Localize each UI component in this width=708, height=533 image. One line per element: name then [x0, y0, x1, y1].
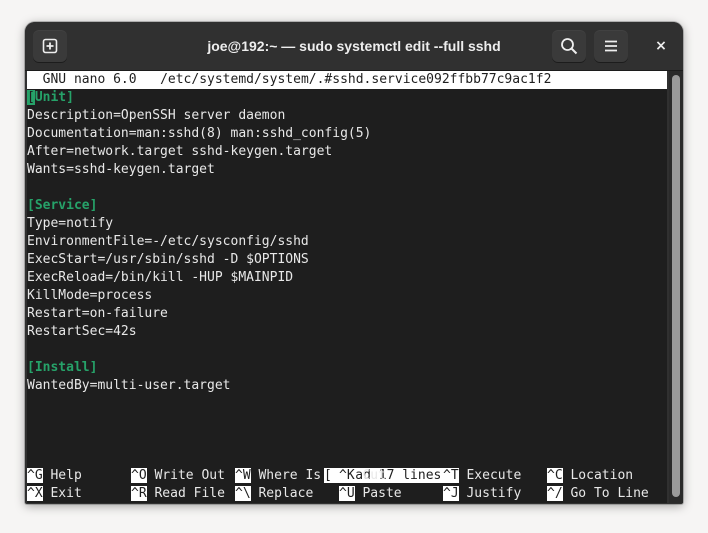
text-cursor: [ — [27, 90, 35, 105]
shortcut-item[interactable]: ^/ Go To Line — [547, 485, 649, 503]
editor-line: KillMode=process — [27, 288, 153, 303]
shortcut-item[interactable]: ^J Justify — [443, 485, 521, 503]
editor-line: Wants=sshd-keygen.target — [27, 162, 215, 177]
editor-line: RestartSec=42s — [27, 324, 137, 339]
search-icon — [561, 38, 578, 55]
shortcut-label: Read File — [154, 486, 225, 501]
scrollbar-thumb[interactable] — [672, 75, 680, 497]
shortcut-key: ^R — [131, 486, 147, 501]
shortcut-item[interactable]: ^O Write Out — [131, 467, 225, 485]
shortcut-label: Location — [570, 468, 634, 483]
shortcut-item[interactable]: ^T Execute — [443, 467, 521, 485]
shortcut-label: Help — [50, 468, 82, 483]
editor-line: Documentation=man:sshd(8) man:sshd_confi… — [27, 126, 372, 141]
shortcut-item[interactable]: ^W Where Is — [235, 467, 321, 485]
section-header-line: [Unit] — [27, 89, 74, 107]
status-message-wrap: [ Read 17 lines ] — [277, 449, 458, 483]
shortcut-label: Exit — [50, 486, 82, 501]
shortcut-item[interactable]: ^K Cut — [339, 467, 386, 485]
shortcut-item[interactable]: ^C Location — [547, 467, 633, 485]
scrollbar[interactable] — [669, 71, 683, 503]
editor-line: ExecStart=/usr/sbin/sshd -D $OPTIONS — [27, 252, 309, 267]
editor-line: ExecReload=/bin/kill -HUP $MAINPID — [27, 270, 294, 285]
shortcut-key: ^O — [131, 468, 147, 483]
shortcut-key: ^C — [547, 468, 563, 483]
shortcut-label: Write Out — [154, 468, 225, 483]
shortcut-key: ^/ — [547, 486, 563, 501]
shortcut-item[interactable]: ^G Help — [27, 467, 82, 485]
editor-line: After=network.target sshd-keygen.target — [27, 144, 333, 159]
nano-version: GNU nano 6.0 — [42, 72, 137, 87]
nano-title-bar: GNU nano 6.0 /etc/systemd/system/.#sshd.… — [27, 71, 667, 89]
editor-line: Type=notify — [27, 216, 114, 231]
shortcut-item[interactable]: ^\ Replace — [235, 485, 313, 503]
shortcut-label: Where Is — [258, 468, 322, 483]
editor-line: WantedBy=multi-user.target — [27, 378, 231, 393]
shortcut-key: ^J — [443, 486, 459, 501]
header-bar: joe@192:~ — sudo systemctl edit --full s… — [25, 22, 683, 71]
shortcut-key: ^U — [339, 486, 355, 501]
shortcut-label: Go To Line — [570, 486, 649, 501]
close-button[interactable]: × — [651, 36, 671, 56]
shortcut-key: ^T — [443, 468, 459, 483]
section-header: [Install] — [27, 360, 98, 375]
nano-file-path: /etc/systemd/system/.#sshd.service092ffb… — [160, 72, 552, 87]
section-header-line: [Service] — [27, 197, 97, 215]
shortcut-key: ^W — [235, 468, 251, 483]
terminal-window: joe@192:~ — sudo systemctl edit --full s… — [25, 22, 683, 504]
shortcut-key: ^G — [27, 468, 43, 483]
shortcut-item[interactable]: ^X Exit — [27, 485, 82, 503]
section-header: [Service] — [27, 198, 98, 213]
shortcut-label: Cut — [362, 468, 386, 483]
editor-line: Description=OpenSSH server daemon — [27, 108, 286, 123]
shortcut-item[interactable]: ^R Read File — [131, 485, 225, 503]
hamburger-menu-icon — [605, 40, 617, 52]
editor-line: EnvironmentFile=-/etc/sysconfig/sshd — [27, 234, 309, 249]
shortcut-label: Paste — [362, 486, 402, 501]
editor-line: Restart=on-failure — [27, 306, 168, 321]
shortcut-key: ^X — [27, 486, 43, 501]
menu-button[interactable] — [594, 30, 628, 62]
shortcut-label: Justify — [466, 486, 522, 501]
section-header: Unit] — [34, 90, 74, 105]
shortcut-label: Replace — [258, 486, 314, 501]
search-button[interactable] — [552, 30, 586, 62]
shortcut-key: ^\ — [235, 486, 251, 501]
shortcut-key: ^K — [339, 468, 355, 483]
shortcut-label: Execute — [466, 468, 522, 483]
shortcut-item[interactable]: ^U Paste — [339, 485, 402, 503]
section-header-line: [Install] — [27, 359, 97, 377]
terminal-area[interactable]: GNU nano 6.0 /etc/systemd/system/.#sshd.… — [27, 71, 667, 503]
